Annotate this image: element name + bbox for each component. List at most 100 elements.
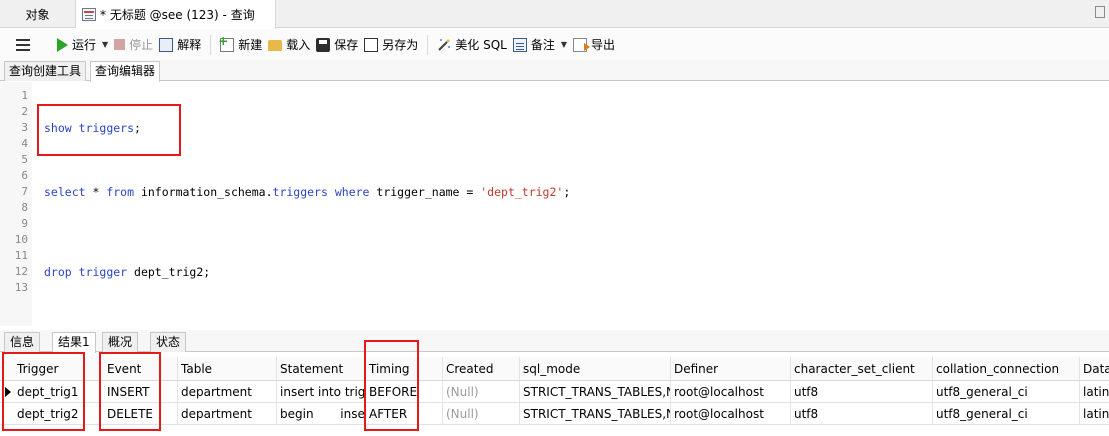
table-row[interactable]: dept_trig2 DELETE department begin inser… — [0, 403, 1109, 425]
tab-query-builder[interactable]: 查询创建工具 — [4, 61, 87, 81]
export-button[interactable]: 导出 — [570, 33, 618, 57]
line-number: 7 — [21, 185, 28, 198]
table-cell[interactable]: utf8_general_ci — [933, 381, 1080, 402]
table-cell[interactable]: latin — [1080, 403, 1109, 424]
load-button[interactable]: 载入 — [265, 33, 313, 57]
explain-button[interactable]: 解释 — [156, 33, 204, 57]
table-cell[interactable]: department — [178, 403, 277, 424]
table-cell[interactable]: DELETE — [104, 403, 178, 424]
save-as-button[interactable]: 另存为 — [361, 33, 421, 57]
export-label: 导出 — [591, 38, 616, 52]
column-header[interactable]: Statement — [277, 357, 366, 380]
menu-icon[interactable] — [16, 38, 30, 51]
save-button[interactable]: 保存 — [313, 33, 361, 57]
keyword: triggers — [272, 185, 328, 199]
tab-info[interactable]: 信息 — [4, 332, 41, 352]
tab-query-editor[interactable]: * 无标题 @see (123) - 查询 — [76, 0, 276, 29]
result-tabs: 信息 结果1 概况 状态 — [0, 330, 1109, 353]
code-text: dept_trig2; — [127, 265, 211, 279]
line-number: 2 — [21, 105, 28, 118]
comment-button[interactable]: 备注 ▼ — [510, 33, 570, 57]
tab-profile-label: 概况 — [108, 335, 133, 349]
column-header[interactable]: Event — [104, 357, 178, 380]
table-cell[interactable]: latin — [1080, 381, 1109, 402]
table-cell[interactable]: begin inser — [277, 403, 366, 424]
run-dropdown-icon[interactable]: ▼ — [102, 40, 108, 49]
line-number: 8 — [21, 201, 28, 214]
beautify-sql-label: 美化 SQL — [455, 38, 507, 52]
play-icon — [57, 37, 68, 52]
table-row[interactable]: dept_trig1 INSERT department insert into… — [0, 381, 1109, 403]
line-number: 5 — [21, 153, 28, 166]
table-cell[interactable]: dept_trig2 — [14, 403, 101, 424]
table-cell[interactable]: root@localhost — [671, 403, 791, 424]
column-header[interactable]: Table — [178, 357, 277, 380]
table-cell[interactable]: AFTER — [366, 403, 443, 424]
tab-query-label: * 无标题 @see (123) - 查询 — [100, 8, 255, 22]
column-header[interactable]: collation_connection — [933, 357, 1080, 380]
code-line-12: drop trigger dept_trig2; — [44, 264, 210, 280]
code-text: trigger_name = — [369, 185, 481, 199]
table-cell[interactable]: insert into trigg — [277, 381, 366, 402]
result-grid: Trigger Event Table Statement Timing Cre… — [0, 340, 1109, 436]
column-header[interactable]: Data — [1080, 357, 1109, 380]
save-icon — [316, 37, 331, 52]
load-label: 载入 — [286, 38, 311, 52]
tab-status[interactable]: 状态 — [150, 332, 187, 352]
toolbar-divider — [427, 34, 429, 55]
comment-label: 备注 — [530, 38, 555, 52]
keyword: show — [44, 121, 72, 135]
line-number: 1 — [21, 89, 28, 102]
table-cell[interactable]: BEFORE — [366, 381, 443, 402]
query-tab-icon — [82, 8, 96, 21]
comment-dropdown-icon[interactable]: ▼ — [561, 40, 567, 49]
explain-icon — [159, 37, 174, 52]
table-cell[interactable]: (Null) — [443, 381, 520, 402]
toolbar-divider — [210, 34, 212, 55]
keyword: trigger — [78, 265, 128, 279]
keyword: from — [106, 185, 135, 199]
line-number: 10 — [14, 233, 28, 246]
sql-editor[interactable]: 1 2 3 4 5 6 7 8 9 10 11 12 13 show trigg… — [0, 82, 1109, 326]
column-header[interactable]: Definer — [671, 357, 791, 380]
table-cell[interactable]: department — [178, 381, 277, 402]
tab-query-editor-mode[interactable]: 查询编辑器 — [90, 61, 161, 82]
line-number: 12 — [14, 265, 28, 278]
tab-objects[interactable]: 对象 — [0, 0, 76, 28]
new-button[interactable]: 新建 — [217, 33, 265, 57]
table-cell[interactable]: (Null) — [443, 403, 520, 424]
beautify-sql-button[interactable]: 美化 SQL — [434, 33, 510, 57]
line-number-gutter: 1 2 3 4 5 6 7 8 9 10 11 12 13 — [0, 82, 32, 326]
stop-icon — [114, 39, 126, 50]
keyword: select — [44, 185, 86, 199]
column-header[interactable]: Timing — [366, 357, 443, 380]
tab-result1[interactable]: 结果1 — [52, 332, 96, 353]
restore-window-icon[interactable] — [1095, 6, 1105, 18]
column-header[interactable]: sql_mode — [520, 357, 671, 380]
tab-profile[interactable]: 概况 — [102, 332, 139, 352]
tab-objects-label: 对象 — [25, 7, 50, 22]
table-cell[interactable]: INSERT — [104, 381, 178, 402]
column-header[interactable]: Trigger — [14, 357, 101, 380]
new-query-icon — [218, 34, 235, 52]
table-cell[interactable]: utf8_general_ci — [933, 403, 1080, 424]
table-cell[interactable]: STRICT_TRANS_TABLES,N — [520, 381, 671, 402]
line-number: 3 — [21, 121, 28, 134]
save-label: 保存 — [334, 38, 359, 52]
current-row-icon — [5, 387, 11, 397]
editor-mode-tabs: 查询创建工具 查询编辑器 — [0, 60, 1109, 82]
column-header[interactable]: Created — [443, 357, 520, 380]
table-cell[interactable]: utf8 — [791, 381, 933, 402]
table-cell[interactable]: root@localhost — [671, 381, 791, 402]
line-number: 11 — [14, 249, 28, 262]
run-button[interactable]: 运行 ▼ — [54, 33, 111, 57]
stop-label: 停止 — [129, 38, 154, 52]
column-header[interactable]: character_set_client — [791, 357, 933, 380]
tab-info-label: 信息 — [10, 335, 35, 349]
table-cell[interactable]: dept_trig1 — [14, 381, 101, 402]
table-cell[interactable]: STRICT_TRANS_TABLES,N — [520, 403, 671, 424]
table-cell[interactable]: utf8 — [791, 403, 933, 424]
code-text: ; — [134, 121, 141, 135]
stop-button[interactable]: 停止 — [111, 33, 156, 57]
code-line-7: select * from information_schema.trigger… — [44, 184, 570, 200]
